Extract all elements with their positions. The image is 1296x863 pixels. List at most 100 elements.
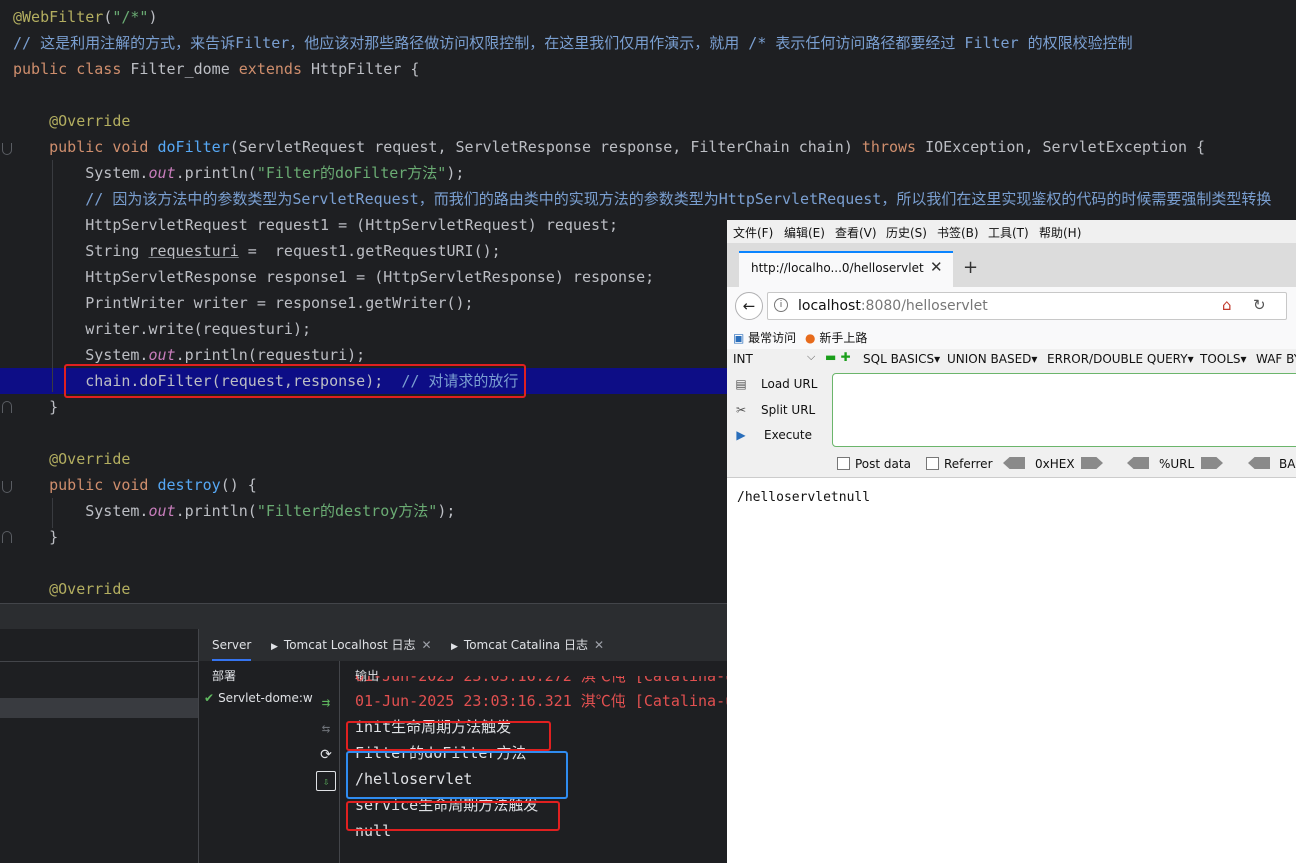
code-token: .println(: [175, 164, 257, 182]
refresh-icon[interactable]: ⟳: [316, 745, 336, 765]
menu-tools[interactable]: 工具(T): [988, 224, 1029, 241]
encode-url-icon[interactable]: [1201, 457, 1223, 469]
code-token: PrintWriter writer = response1.getWriter…: [13, 294, 474, 312]
code-line: HttpServletResponse response1 = (HttpSer…: [13, 264, 654, 290]
menu-file[interactable]: 文件(F): [733, 224, 773, 241]
code-token: HttpServletResponse response1 = (HttpSer…: [13, 268, 655, 286]
undeploy-icon[interactable]: ⇆: [316, 719, 336, 739]
log-icon: ▶: [451, 642, 458, 652]
browser-tab-title: http://localho...0/helloservlet: [751, 261, 924, 275]
code-token: @Override: [13, 450, 131, 468]
chevron-down-icon[interactable]: ⌵: [807, 350, 815, 364]
load-url-button[interactable]: Load URL: [761, 377, 817, 391]
code-token: extends: [238, 60, 312, 78]
reload-icon[interactable]: ↻: [1253, 296, 1266, 314]
tab-server[interactable]: Server: [212, 629, 252, 661]
page-response-text: /helloservletnull: [737, 490, 871, 505]
decode-url-icon[interactable]: [1127, 457, 1149, 469]
bookmark-getting-started[interactable]: ● 新手上路: [805, 329, 867, 346]
code-token: String: [13, 242, 149, 260]
encode-hex-icon[interactable]: [1081, 457, 1103, 469]
checkbox[interactable]: [926, 457, 939, 470]
plus-minus-icon[interactable]: ▬ ✚: [825, 350, 851, 364]
close-icon[interactable]: ✕: [930, 258, 943, 276]
code-line: public void doFilter(ServletRequest requ…: [13, 134, 1205, 160]
browser-tab[interactable]: http://localho...0/helloservlet ✕: [739, 251, 953, 287]
menu-edit[interactable]: 编辑(E): [784, 224, 825, 241]
menu-history[interactable]: 历史(S): [886, 224, 927, 241]
decode-hex-icon[interactable]: [1003, 457, 1025, 469]
code-token: (: [103, 8, 113, 26]
menu-help[interactable]: 帮助(H): [1039, 224, 1081, 241]
code-token: @WebFilter: [13, 8, 104, 26]
code-token: "/*": [112, 8, 149, 26]
tab-tomcat-localhost-log[interactable]: ▶ Tomcat Localhost 日志 ✕: [271, 629, 432, 661]
panel-splitter[interactable]: [0, 603, 727, 629]
close-icon[interactable]: ✕: [594, 638, 604, 652]
code-line: // 因为该方法中的参数类型为ServletRequest，而我们的路由类中的实…: [13, 186, 1271, 212]
home-icon[interactable]: ⌂: [1222, 296, 1232, 314]
execute-button[interactable]: Execute: [764, 428, 812, 442]
redeploy-icon[interactable]: ⇩: [316, 771, 336, 791]
post-data-checkbox[interactable]: Post data: [837, 457, 911, 471]
hackbar-url-textarea[interactable]: [832, 373, 1296, 447]
split-url-button[interactable]: Split URL: [761, 403, 815, 417]
close-icon[interactable]: ✕: [422, 638, 432, 652]
bookmark-most-visited[interactable]: ▣ 最常访问: [733, 329, 796, 346]
code-line: @Override: [13, 446, 130, 472]
code-token: }: [13, 398, 59, 416]
code-token: .println(requesturi);: [175, 346, 366, 364]
divider: [0, 661, 198, 662]
browser-window: 文件(F) 编辑(E) 查看(V) 历史(S) 书签(B) 工具(T) 帮助(H…: [727, 220, 1296, 863]
bookmark-icon: ▣: [733, 331, 745, 345]
hackbar-type-select[interactable]: INT: [733, 352, 753, 366]
bookmarks-bar: ▣ 最常访问 ● 新手上路: [727, 325, 1296, 349]
services-tabs: Server ▶ Tomcat Localhost 日志 ✕ ▶ Tomcat Cat…: [199, 629, 727, 661]
fold-icon[interactable]: [2, 143, 12, 155]
fold-icon[interactable]: [2, 531, 12, 543]
checkbox[interactable]: [837, 457, 850, 470]
code-token: throws: [861, 138, 926, 156]
hackbar-menu-error-double-query[interactable]: ERROR/DOUBLE QUERY▾: [1047, 352, 1194, 366]
output-line: 01-Jun-2025 23:03:16.272 淇℃伅 [Catalina-u: [355, 667, 735, 685]
split-url-icon: ✂: [735, 403, 747, 417]
code-token: out: [148, 502, 176, 520]
code-line: @Override: [13, 576, 130, 602]
code-token: System.: [13, 502, 149, 520]
menu-bookmarks[interactable]: 书签(B): [937, 224, 979, 241]
code-line: }: [13, 394, 58, 420]
code-token: .println(: [175, 502, 257, 520]
fold-icon[interactable]: [2, 401, 12, 413]
hackbar-menu-tools[interactable]: TOOLS▾: [1200, 352, 1247, 366]
decode-base64-icon[interactable]: [1248, 457, 1270, 469]
code-token: "Filter的doFilter方法": [256, 164, 447, 182]
services-tree-selected-row[interactable]: [0, 698, 198, 718]
code-token: public void: [13, 476, 158, 494]
referrer-checkbox[interactable]: Referrer: [926, 457, 993, 471]
check-icon: ✔: [204, 691, 215, 705]
deploy-icon[interactable]: ⇉: [316, 693, 336, 713]
url-encode-label: %URL: [1159, 457, 1195, 471]
hackbar-menu-waf[interactable]: WAF BY: [1256, 352, 1296, 366]
services-tree[interactable]: [0, 629, 199, 863]
deployment-item[interactable]: ✔ Servlet-dome:w: [204, 691, 314, 705]
tab-tomcat-catalina-log[interactable]: ▶ Tomcat Catalina 日志 ✕: [451, 629, 604, 661]
load-url-icon: ▤: [735, 377, 747, 391]
hex-label: 0xHEX: [1035, 457, 1075, 471]
code-token: );: [437, 502, 456, 520]
url-text: localhost:8080/helloservlet: [798, 298, 988, 314]
browser-tabstrip: http://localho...0/helloservlet ✕ +: [727, 243, 1296, 287]
code-token: requesturi: [148, 242, 239, 260]
code-token: public void: [13, 138, 158, 156]
code-line: System.out.println("Filter的doFilter方法");: [13, 160, 464, 186]
back-icon[interactable]: ←: [735, 292, 763, 320]
info-icon[interactable]: i: [774, 298, 788, 312]
code-token: // 这是利用注解的方式，来告诉Filter，他应该对那些路径做访问权限控制，在…: [13, 34, 1133, 52]
deployment-header: 部署: [212, 669, 237, 683]
hackbar-menu-sql-basics[interactable]: SQL BASICS▾: [863, 352, 940, 366]
fold-icon[interactable]: [2, 481, 12, 493]
hackbar-menu-union-based[interactable]: UNION BASED▾: [947, 352, 1037, 366]
new-tab-icon[interactable]: +: [963, 257, 978, 278]
menu-view[interactable]: 查看(V): [835, 224, 877, 241]
url-bar[interactable]: i localhost:8080/helloservlet ⌂ ↻: [767, 292, 1287, 320]
